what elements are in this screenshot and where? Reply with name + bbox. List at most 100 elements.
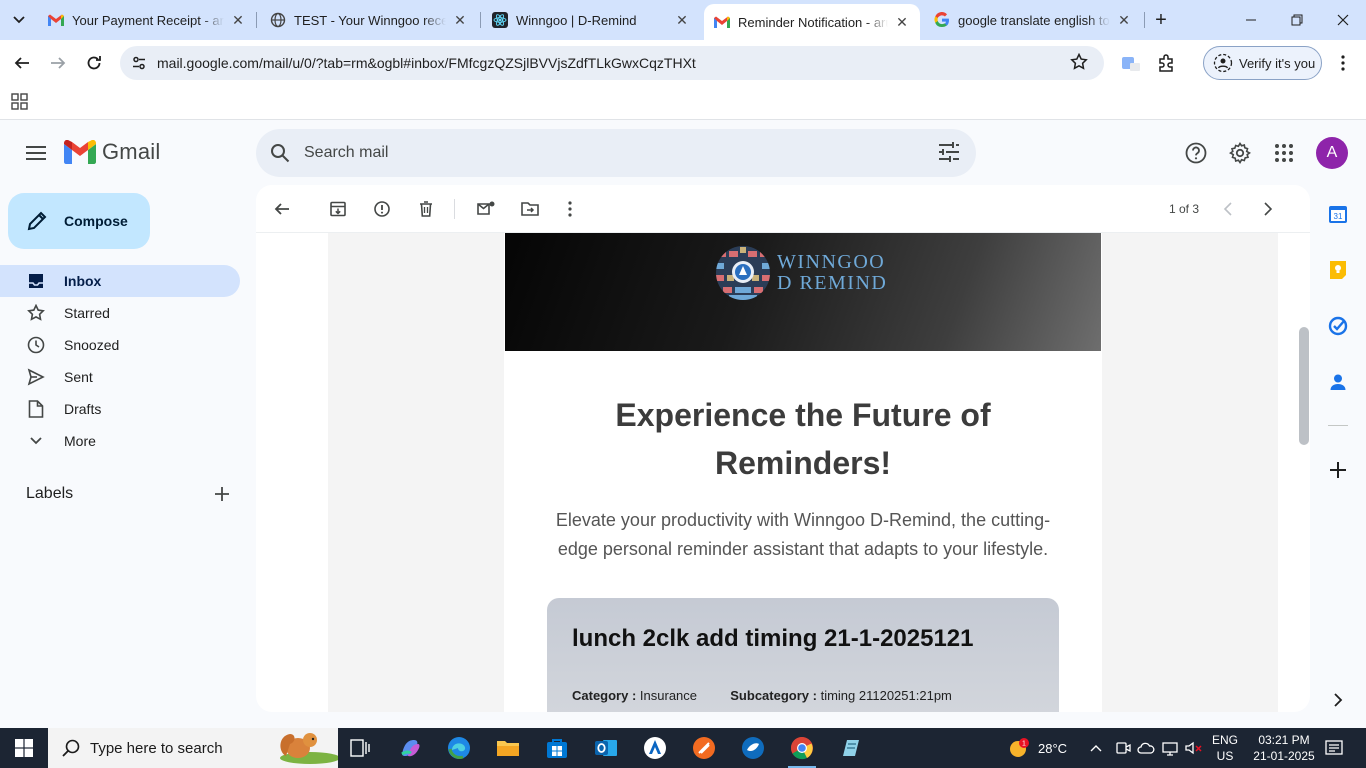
- delete-button[interactable]: [410, 194, 442, 224]
- chevron-down-icon: [26, 431, 46, 451]
- tab-separator: [1144, 12, 1145, 28]
- newer-message-button[interactable]: [1212, 194, 1244, 224]
- notepad-app-icon[interactable]: [831, 732, 871, 764]
- archive-button[interactable]: [322, 194, 354, 224]
- notifications-button[interactable]: [1324, 728, 1344, 768]
- back-to-inbox-button[interactable]: [266, 194, 298, 224]
- sidebar-item-starred[interactable]: Starred: [0, 297, 240, 329]
- edge-app-icon[interactable]: [439, 732, 479, 764]
- minimize-button[interactable]: [1228, 0, 1274, 40]
- microsoft-store-icon[interactable]: [537, 732, 577, 764]
- minimize-icon: [1246, 19, 1256, 21]
- close-tab-icon[interactable]: ✕: [674, 12, 690, 28]
- report-spam-button[interactable]: [366, 194, 398, 224]
- bookmark-star-icon[interactable]: [1070, 52, 1088, 76]
- support-button[interactable]: [1176, 133, 1216, 173]
- account-avatar[interactable]: A: [1316, 137, 1348, 169]
- hide-side-panel-button[interactable]: [1327, 689, 1349, 711]
- main-menu-button[interactable]: [16, 133, 56, 173]
- close-tab-icon[interactable]: ✕: [452, 12, 468, 28]
- url-text[interactable]: mail.google.com/mail/u/0/?tab=rm&ogbl#in…: [157, 55, 696, 71]
- settings-button[interactable]: [1220, 133, 1260, 173]
- close-tab-icon[interactable]: ✕: [230, 12, 246, 28]
- tasks-icon[interactable]: [1327, 315, 1349, 337]
- email-headline: Experience the Future of Reminders!: [504, 391, 1102, 487]
- sidebar-item-inbox[interactable]: Inbox: [0, 265, 240, 297]
- search-bar[interactable]: [256, 129, 976, 177]
- taskbar-search-box[interactable]: Type here to search: [48, 728, 338, 768]
- tab-title: TEST - Your Winngoo receipt: [294, 12, 446, 28]
- restore-button[interactable]: [1274, 0, 1320, 40]
- close-tab-icon[interactable]: ✕: [894, 14, 910, 30]
- move-to-button[interactable]: [514, 194, 546, 224]
- sidebar-item-sent[interactable]: Sent: [0, 361, 240, 393]
- weather-widget[interactable]: 1 28°C: [1006, 728, 1067, 768]
- show-hidden-icons-button[interactable]: [1090, 728, 1102, 768]
- browser-tab[interactable]: Winngoo | D-Remind ✕: [482, 6, 700, 34]
- extension-icon[interactable]: [1116, 48, 1146, 78]
- close-window-button[interactable]: [1320, 0, 1366, 40]
- start-button[interactable]: [0, 728, 48, 768]
- meet-now-icon[interactable]: [1115, 740, 1131, 756]
- browser-tab-active[interactable]: Reminder Notification - arun ✕: [704, 4, 920, 40]
- svg-text:1: 1: [1022, 741, 1026, 748]
- search-options-icon[interactable]: [938, 141, 960, 168]
- browser-menu-button[interactable]: [1328, 48, 1358, 78]
- tab-search-button[interactable]: [6, 8, 32, 32]
- clock-time: 03:21 PM: [1258, 733, 1310, 747]
- back-button[interactable]: [7, 48, 37, 78]
- create-label-button[interactable]: [212, 484, 232, 504]
- search-icon[interactable]: [256, 129, 304, 177]
- verify-label: Verify it's you: [1239, 55, 1316, 71]
- google-apps-button[interactable]: [1264, 133, 1304, 173]
- more-actions-button[interactable]: [554, 194, 586, 224]
- get-addons-button[interactable]: [1327, 459, 1349, 481]
- gmail-logo[interactable]: Gmail: [64, 139, 160, 165]
- site-info-icon[interactable]: [124, 48, 154, 78]
- message-toolbar: 1 of 3: [256, 185, 1310, 233]
- orange-app-icon[interactable]: [684, 732, 724, 764]
- reload-button[interactable]: [79, 48, 109, 78]
- labels-heading: Labels: [26, 485, 74, 502]
- email-intro: Elevate your productivity with Winngoo D…: [555, 510, 1051, 559]
- new-tab-button[interactable]: +: [1148, 8, 1174, 32]
- headline-line-2: Reminders!: [714, 445, 892, 481]
- outlook-app-icon[interactable]: [586, 732, 626, 764]
- onedrive-icon[interactable]: [1137, 740, 1155, 756]
- mark-unread-button[interactable]: [470, 194, 502, 224]
- sidebar-item-more[interactable]: More: [0, 425, 240, 457]
- browser-tab[interactable]: TEST - Your Winngoo receipt ✕: [260, 6, 478, 34]
- message-scroll-area[interactable]: WINNGOO D REMIND Experience the Future o…: [328, 233, 1278, 712]
- input-language-button[interactable]: ENG US: [1206, 728, 1244, 768]
- vpn-app-icon[interactable]: [635, 732, 675, 764]
- address-bar[interactable]: mail.google.com/mail/u/0/?tab=rm&ogbl#in…: [120, 46, 1104, 80]
- browser-tab-strip: Your Payment Receipt - arun ✕ TEST - You…: [0, 0, 1366, 40]
- calendar-icon[interactable]: 31: [1327, 203, 1349, 225]
- sidebar-item-label: Drafts: [64, 401, 102, 417]
- verify-identity-button[interactable]: Verify it's you: [1203, 46, 1322, 80]
- extensions-puzzle-icon[interactable]: [1151, 48, 1181, 78]
- clock[interactable]: 03:21 PM 21-01-2025: [1250, 728, 1318, 768]
- chrome-app-icon[interactable]: [782, 732, 822, 768]
- browser-tab[interactable]: google translate english to t ✕: [924, 6, 1142, 34]
- sidebar-item-snoozed[interactable]: Snoozed: [0, 329, 240, 361]
- forward-button[interactable]: [43, 48, 73, 78]
- network-icon[interactable]: [1161, 740, 1179, 756]
- compose-button[interactable]: Compose: [8, 193, 150, 249]
- keep-icon[interactable]: [1327, 259, 1349, 281]
- search-input[interactable]: [304, 144, 904, 162]
- sidebar-item-drafts[interactable]: Drafts: [0, 393, 240, 425]
- task-view-button[interactable]: [340, 732, 380, 764]
- message-scrollbar[interactable]: [1299, 327, 1309, 445]
- close-tab-icon[interactable]: ✕: [1116, 12, 1132, 28]
- volume-muted-icon[interactable]: [1184, 740, 1204, 756]
- older-message-button[interactable]: [1252, 194, 1284, 224]
- browser-tab[interactable]: Your Payment Receipt - arun ✕: [38, 6, 256, 34]
- contacts-icon[interactable]: [1327, 371, 1349, 393]
- copilot-app-icon[interactable]: [390, 732, 430, 764]
- chevron-left-icon: [1223, 202, 1232, 216]
- file-explorer-icon[interactable]: [488, 732, 528, 764]
- blue-app-icon[interactable]: [733, 732, 773, 764]
- apps-grid-icon[interactable]: [10, 92, 30, 112]
- browser-toolbar: mail.google.com/mail/u/0/?tab=rm&ogbl#in…: [0, 40, 1366, 86]
